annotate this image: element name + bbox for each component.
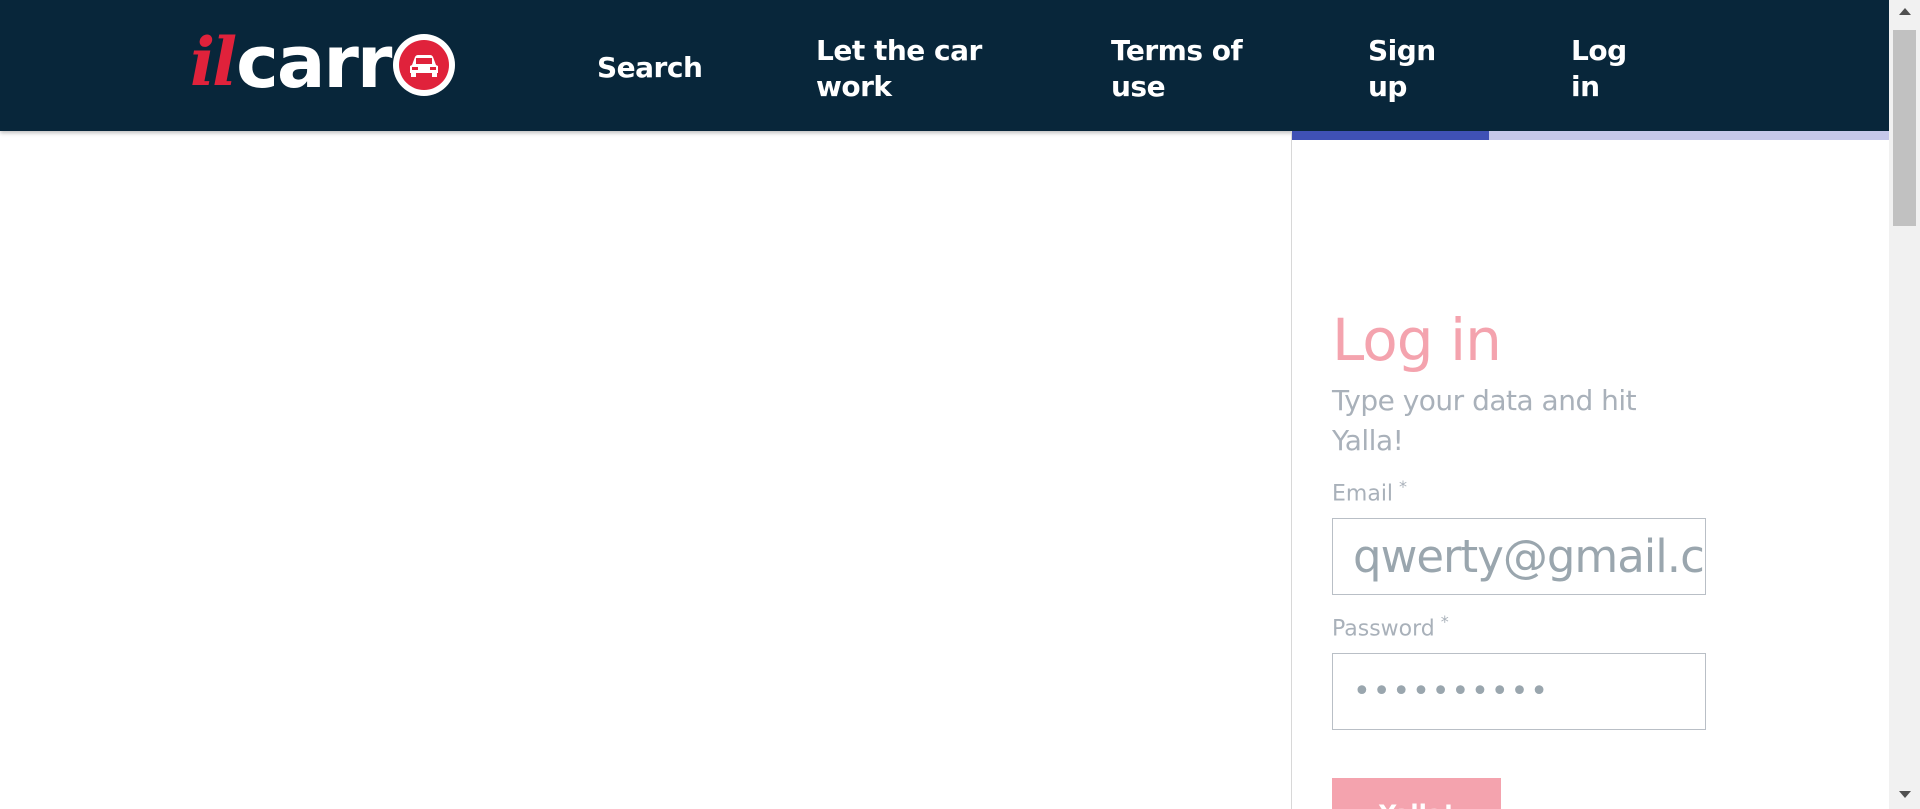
car-icon — [393, 34, 456, 96]
password-label: Password * — [1332, 612, 1449, 641]
email-field-wrapper — [1332, 518, 1706, 595]
scroll-up-arrow-icon[interactable] — [1899, 8, 1911, 15]
nav-let-the-car-work[interactable]: Let the car work — [816, 33, 1016, 105]
nav-search[interactable]: Search — [597, 50, 703, 86]
scrollbar-thumb[interactable] — [1893, 30, 1916, 226]
email-label: Email * — [1332, 477, 1407, 506]
vertical-scrollbar[interactable] — [1889, 0, 1920, 809]
logo-carr-text: carr — [236, 20, 392, 104]
yalla-submit-button[interactable]: Yalla! — [1332, 778, 1501, 809]
ilcarro-logo[interactable]: il carr — [190, 20, 456, 104]
page: il carr Search Let the car work Terms of… — [0, 0, 1920, 809]
email-label-text: Email — [1332, 481, 1394, 507]
nav-sign-up[interactable]: Sign up — [1368, 33, 1458, 105]
progress-bar — [1292, 131, 1890, 140]
progress-bar-fill — [1292, 131, 1490, 140]
nav-log-in[interactable]: Log in — [1571, 33, 1651, 105]
nav-terms-of-use[interactable]: Terms of use — [1111, 33, 1271, 105]
login-panel: Log in Type your data and hit Yalla! Ema… — [1291, 131, 1890, 809]
scroll-down-arrow-icon[interactable] — [1899, 791, 1911, 798]
required-marker: * — [1399, 477, 1408, 496]
logo-il-text: il — [190, 23, 237, 101]
top-navbar: il carr Search Let the car work Terms of… — [0, 0, 1889, 131]
required-marker: * — [1440, 612, 1449, 631]
email-field[interactable] — [1333, 519, 1705, 594]
password-field-wrapper — [1332, 653, 1706, 730]
login-title: Log in — [1332, 306, 1502, 374]
login-subtitle: Type your data and hit Yalla! — [1332, 384, 1637, 457]
password-label-text: Password — [1332, 616, 1435, 642]
password-field[interactable] — [1333, 654, 1705, 729]
